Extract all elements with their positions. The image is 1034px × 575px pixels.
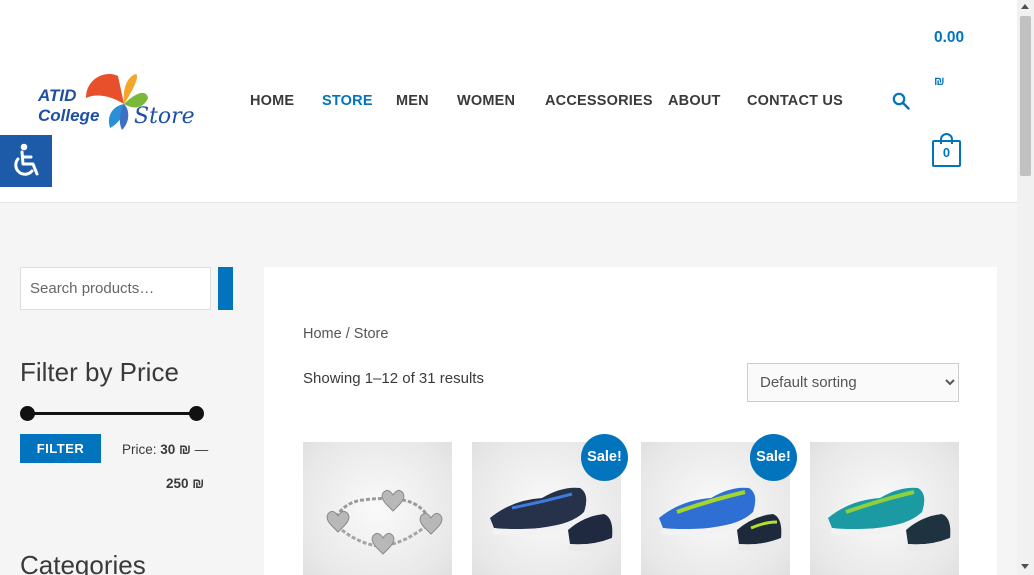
product-card-blue-green-sneakers[interactable]: Sale! [641,434,797,575]
breadcrumb-home-link[interactable]: Home [303,326,342,342]
site-header: ATID College Store HOME STORE MEN WOMEN … [0,0,1017,203]
product-search [20,267,234,310]
page-scrollbar[interactable] [1017,0,1034,575]
breadcrumb-current: Store [353,326,389,342]
product-image[interactable] [303,442,452,575]
filter-by-price-title: Filter by Price [20,357,179,387]
cart-currency: ₪ [934,74,945,88]
price-range-label: Price: 30 ₪ — [122,442,208,457]
shop-main: Home / Store Showing 1–12 of 31 results … [264,267,997,575]
nav-item-about[interactable]: ABOUT [668,93,721,109]
bracelet-image-icon [326,489,443,555]
search-products-input[interactable] [20,267,211,310]
logo-text-college: College [38,106,100,125]
nav-item-contact-us[interactable]: CONTACT US [747,93,843,109]
search-submit-button[interactable] [218,267,233,310]
price-slider-track [28,412,196,415]
categories-title: Categories [20,550,146,575]
search-icon[interactable] [892,92,910,110]
sale-badge: Sale! [581,434,628,481]
nav-item-home[interactable]: HOME [250,93,294,109]
sort-select[interactable]: Default sorting [747,363,959,402]
price-max: 250 ₪ [166,476,205,491]
price-prefix: Price: [122,442,161,457]
product-card-bracelet[interactable] [303,442,452,575]
nav-item-accessories[interactable]: ACCESSORIES [545,93,653,109]
nav-item-women[interactable]: WOMEN [457,93,515,109]
scroll-up-arrow-icon[interactable] [1021,4,1029,9]
sneakers-image-icon [828,487,951,552]
price-slider-min-handle[interactable] [20,406,35,421]
cart-count: 0 [942,145,951,160]
product-image[interactable] [810,442,959,575]
breadcrumb: Home / Store [303,326,388,342]
price-slider-max-handle[interactable] [189,406,204,421]
cart-button[interactable]: 0 [932,133,961,168]
wheelchair-icon [14,143,39,176]
site-logo[interactable]: ATID College Store [36,70,196,136]
price-min: 30 ₪ [160,442,191,457]
scrollbar-thumb[interactable] [1020,16,1031,176]
sale-badge: Sale! [750,434,797,481]
result-count: Showing 1–12 of 31 results [303,370,484,387]
filter-button[interactable]: FILTER [20,434,101,463]
price-separator: — [190,442,209,457]
cart-total[interactable]: 0.00 [934,29,964,47]
nav-item-store[interactable]: STORE [322,93,373,109]
logo-text-atid: ATID [38,86,77,105]
logo-text-store: Store [134,104,195,129]
nav-item-men[interactable]: MEN [396,93,429,109]
breadcrumb-separator: / [341,326,354,342]
scroll-down-arrow-icon[interactable] [1021,564,1029,569]
accessibility-button[interactable] [0,135,52,187]
product-card-teal-sneakers[interactable] [810,442,959,575]
product-card-navy-sneakers[interactable]: Sale! [472,434,628,575]
price-slider[interactable] [20,405,210,421]
